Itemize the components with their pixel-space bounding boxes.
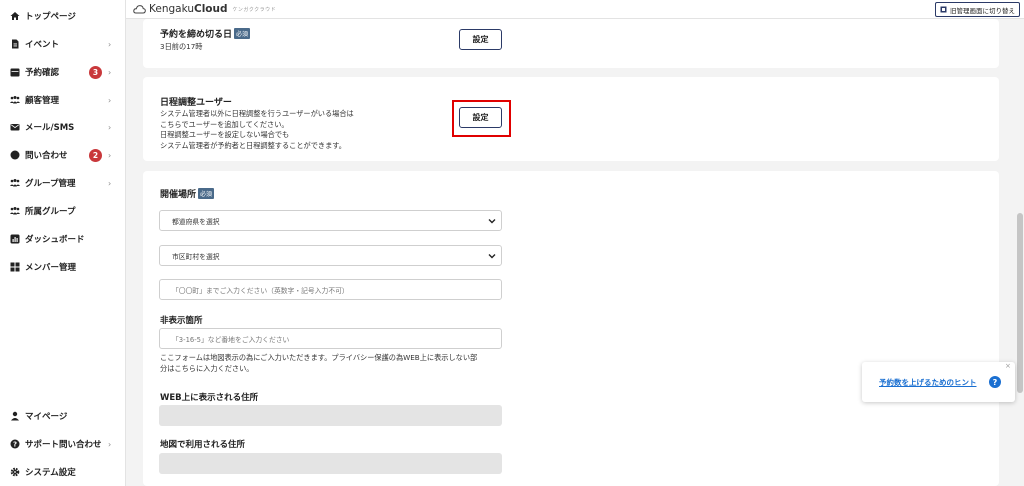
chevron-right-icon: › <box>108 67 112 77</box>
chevron-down-icon <box>488 219 496 224</box>
sidebar-item-affiliated-group[interactable]: 所属グループ <box>0 201 126 221</box>
sidebar-item-label: ダッシュボード <box>25 235 85 245</box>
group-member-icon <box>10 206 20 216</box>
deadline-title: 予約を締め切る日 必須 <box>160 28 251 40</box>
sidebar-item-support[interactable]: ? サポート問い合わせ › <box>0 434 126 454</box>
gear-icon <box>10 467 20 477</box>
hint-popup: × 予約数を上げるためのヒント ? <box>862 362 1015 402</box>
sidebar-item-label: メール/SMS <box>25 123 75 133</box>
schedule-user-settings-button[interactable]: 設定 <box>459 107 502 128</box>
top-header: KengakuCloud ケンガククラウド 旧管理画面に切り替え <box>126 0 1024 19</box>
map-address-field <box>159 453 502 474</box>
logo-text: KengakuCloud <box>149 3 228 15</box>
sidebar-item-label: マイページ <box>25 412 68 422</box>
people-icon <box>10 95 20 105</box>
deadline-card: 予約を締め切る日 必須 3日前の17時 設定 <box>143 19 999 68</box>
calendar-icon <box>10 67 20 77</box>
sidebar-item-label: トップページ <box>25 12 76 22</box>
sidebar-item-label: グループ管理 <box>25 179 76 189</box>
document-icon <box>10 39 20 49</box>
map-address-label: 地図で利用される住所 <box>160 440 246 450</box>
sidebar: トップページ イベント › 予約確認 3 › 顧客管理 › メール/SMS › … <box>0 0 126 486</box>
sidebar-item-settings[interactable]: システム設定 <box>0 462 126 482</box>
web-address-field <box>159 405 502 426</box>
sidebar-item-members[interactable]: メンバー管理 <box>0 257 126 277</box>
sidebar-item-group-management[interactable]: グループ管理 › <box>0 173 126 193</box>
chevron-right-icon: › <box>108 39 112 49</box>
svg-text:?: ? <box>13 441 17 449</box>
question-icon[interactable]: ? <box>989 376 1001 388</box>
street-number-input[interactable]: 「3-16-5」など番地をご入力ください <box>159 328 502 349</box>
mail-icon <box>10 122 20 132</box>
venue-card: 開催場所 必須 都道府県を選択 市区町村を選択 「〇〇町」までご入力ください（英数… <box>143 171 999 486</box>
sidebar-item-label: イベント <box>25 40 60 50</box>
sidebar-item-label: 所属グループ <box>25 207 76 217</box>
switch-icon <box>940 6 947 13</box>
chevron-down-icon <box>488 254 496 259</box>
town-input[interactable]: 「〇〇町」までご入力ください（英数字・記号入力不可） <box>159 279 502 300</box>
chevron-right-icon: › <box>108 122 112 132</box>
sidebar-item-event[interactable]: イベント › <box>0 34 126 54</box>
required-badge: 必須 <box>198 188 215 199</box>
prefecture-select[interactable]: 都道府県を選択 <box>159 210 502 231</box>
notification-badge: 2 <box>89 148 102 162</box>
group-icon <box>10 178 20 188</box>
grid-icon <box>10 262 20 272</box>
dashboard-icon <box>10 234 20 244</box>
deadline-value: 3日前の17時 <box>160 42 203 51</box>
sidebar-item-mypage[interactable]: マイページ <box>0 406 126 426</box>
chevron-right-icon: › <box>108 95 112 105</box>
privacy-note: ここフォームは地図表示の為にご入力いただきます。プライバシー保護の為WEB上に表… <box>160 353 478 373</box>
sidebar-item-label: サポート問い合わせ <box>25 440 102 450</box>
sidebar-item-dashboard[interactable]: ダッシュボード <box>0 229 126 249</box>
hint-link[interactable]: 予約数を上げるためのヒント <box>879 377 977 388</box>
sidebar-item-reservations[interactable]: 予約確認 3 › <box>0 62 126 82</box>
user-icon <box>10 411 20 421</box>
chevron-right-icon: › <box>108 439 112 449</box>
sidebar-item-top[interactable]: トップページ <box>0 6 126 26</box>
venue-title: 開催場所 必須 <box>160 188 215 200</box>
sidebar-item-label: 顧客管理 <box>25 96 60 106</box>
cloud-icon <box>133 5 146 14</box>
deadline-settings-button[interactable]: 設定 <box>459 29 502 50</box>
logo-subtitle: ケンガククラウド <box>232 6 277 13</box>
city-select[interactable]: 市区町村を選択 <box>159 245 502 266</box>
schedule-user-description: システム管理者以外に日程調整を行うユーザーがいる場合は こちらでユーザーを追加し… <box>160 109 354 150</box>
help-icon: ? <box>10 439 20 449</box>
notification-badge: 3 <box>89 65 102 79</box>
sidebar-item-inquiries[interactable]: 問い合わせ 2 › <box>0 145 126 165</box>
sidebar-item-label: メンバー管理 <box>25 263 77 273</box>
required-badge: 必須 <box>234 28 251 39</box>
sidebar-item-mail[interactable]: メール/SMS › <box>0 117 126 137</box>
schedule-user-card: 日程調整ユーザー システム管理者以外に日程調整を行うユーザーがいる場合は こちら… <box>143 77 999 161</box>
hidden-part-label: 非表示箇所 <box>160 316 203 326</box>
switch-old-admin-label: 旧管理画面に切り替え <box>950 6 1015 15</box>
app-logo[interactable]: KengakuCloud ケンガククラウド <box>133 3 276 15</box>
scrollbar-thumb[interactable] <box>1017 213 1023 393</box>
close-icon[interactable]: × <box>1005 362 1011 370</box>
web-address-label: WEB上に表示される住所 <box>160 393 259 403</box>
sidebar-item-label: システム設定 <box>25 468 76 478</box>
schedule-user-title: 日程調整ユーザー <box>160 98 232 108</box>
sidebar-item-label: 予約確認 <box>25 68 60 78</box>
chevron-right-icon: › <box>108 150 112 160</box>
chat-icon <box>10 150 20 160</box>
sidebar-item-customers[interactable]: 顧客管理 › <box>0 90 126 110</box>
switch-old-admin-button[interactable]: 旧管理画面に切り替え <box>935 2 1020 17</box>
sidebar-item-label: 問い合わせ <box>25 151 68 161</box>
chevron-right-icon: › <box>108 178 112 188</box>
home-icon <box>10 11 20 21</box>
